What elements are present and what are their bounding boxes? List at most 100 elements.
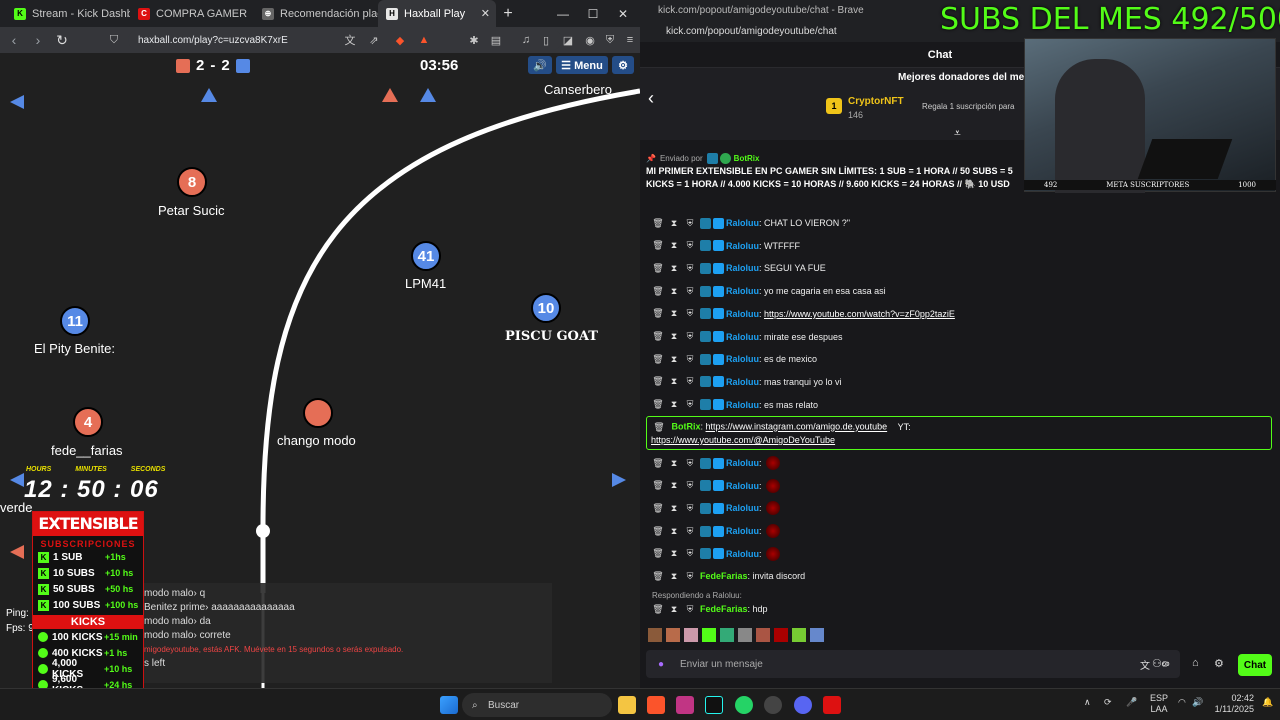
tab-haxball-play[interactable]: H Haxball Play ✕	[378, 0, 496, 27]
back-icon[interactable]: ‹	[648, 88, 654, 109]
delete-icon[interactable]: 🗑	[652, 480, 664, 492]
emote-icon[interactable]	[810, 628, 824, 642]
shield-icon[interactable]: ⛨	[684, 399, 696, 411]
message-user[interactable]: Raloluu	[726, 354, 759, 364]
clock[interactable]: 02:42 1/11/2025	[1214, 693, 1254, 715]
users-icon[interactable]: ⚇∞	[1152, 657, 1170, 670]
message-user[interactable]: Raloluu	[726, 458, 759, 468]
shield-icon[interactable]: ⛨	[684, 603, 696, 615]
donor-name[interactable]: CryptorNFT	[848, 96, 904, 107]
taskbar-search[interactable]: ⌕ Buscar	[462, 693, 612, 717]
forward-icon[interactable]: ›	[28, 30, 48, 50]
delete-icon[interactable]: 🗑	[652, 353, 664, 365]
media-icon[interactable]: ▤	[488, 32, 504, 48]
message-link[interactable]: https://www.instagram.com/amigo.de.youtu…	[706, 422, 888, 432]
delete-icon[interactable]: 🗑	[652, 285, 664, 297]
message-user[interactable]: Raloluu	[726, 400, 759, 410]
timeout-icon[interactable]: ⧗	[668, 353, 680, 365]
music-icon[interactable]: ♫	[518, 32, 534, 48]
shield-icon[interactable]: ⛨	[684, 502, 696, 514]
shield-icon[interactable]: ⛨	[684, 308, 696, 320]
send-chat-button[interactable]: Chat	[1238, 654, 1272, 676]
shield-icon[interactable]: ⛨	[684, 285, 696, 297]
notification-icon[interactable]: 🔔	[1262, 697, 1273, 708]
minimize-button[interactable]: —	[548, 0, 578, 27]
tab-kick-dashboard[interactable]: K Stream - Kick Dashboard	[6, 0, 130, 27]
new-tab-button[interactable]: +	[496, 5, 520, 23]
close-tab-icon[interactable]: ✕	[481, 7, 490, 20]
app-icon[interactable]	[764, 696, 782, 714]
emote-icon[interactable]	[666, 628, 680, 642]
windows-start-icon[interactable]	[440, 696, 458, 714]
timeout-icon[interactable]: ⧗	[668, 603, 680, 615]
timeout-icon[interactable]: ⧗	[668, 376, 680, 388]
emote-icon[interactable]	[738, 628, 752, 642]
timeout-icon[interactable]: ⧗	[668, 240, 680, 252]
delete-icon[interactable]: 🗑	[652, 308, 664, 320]
emote-icon[interactable]	[756, 628, 770, 642]
shield-icon[interactable]: ⛨	[684, 240, 696, 252]
delete-icon[interactable]: 🗑	[652, 262, 664, 274]
tab-compra-gamer[interactable]: C COMPRA GAMER	[130, 0, 254, 27]
sound-button[interactable]: 🔊	[528, 56, 552, 74]
shield-icon[interactable]: ⛨	[684, 353, 696, 365]
chevron-up-icon[interactable]: ∧	[1084, 697, 1091, 708]
share-icon[interactable]: ⇗	[366, 32, 382, 48]
emote-icon[interactable]	[702, 628, 716, 642]
delete-icon[interactable]: 🗑	[652, 603, 664, 615]
shield-icon[interactable]: ⛨	[684, 262, 696, 274]
message-user[interactable]: Raloluu	[726, 332, 759, 342]
timeout-icon[interactable]: ⧗	[668, 548, 680, 560]
sync-icon[interactable]: ⟳	[1104, 697, 1112, 708]
reload-icon[interactable]: ↻	[52, 30, 72, 50]
shield-icon[interactable]: ⛨	[684, 525, 696, 537]
delete-icon[interactable]: 🗑	[652, 399, 664, 411]
shield-icon[interactable]: ⛨	[684, 548, 696, 560]
shield-icon[interactable]: ⛨	[684, 457, 696, 469]
message-link[interactable]: https://www.youtube.com/@AmigoDeYouTube	[651, 435, 1265, 445]
message-user[interactable]: Raloluu	[726, 481, 759, 491]
settings-icon[interactable]: ⚙	[1214, 657, 1224, 670]
emote-bar[interactable]	[648, 628, 828, 644]
message-user[interactable]: Raloluu	[726, 526, 759, 536]
message-user[interactable]: FedeFarias	[700, 571, 748, 581]
message-user[interactable]: Raloluu	[726, 263, 759, 273]
wallet-icon[interactable]: ◪	[560, 32, 576, 48]
instagram-icon[interactable]	[676, 696, 694, 714]
emote-icon[interactable]	[792, 628, 806, 642]
shield-icon[interactable]: ⛨	[684, 376, 696, 388]
emote-icon[interactable]	[720, 628, 734, 642]
shield-icon[interactable]: ⛨	[684, 570, 696, 582]
whatsapp-icon[interactable]	[735, 696, 753, 714]
message-user[interactable]: BotRix	[672, 422, 701, 432]
volume-icon[interactable]: 🔊	[1192, 697, 1203, 708]
sidebar-icon[interactable]: ▯	[538, 32, 554, 48]
mic-icon[interactable]: 🎤	[1126, 697, 1137, 708]
bookmark-icon[interactable]: ⛉	[106, 32, 122, 48]
delete-icon[interactable]: 🗑	[652, 217, 664, 229]
rewards-icon[interactable]: ▲	[416, 32, 432, 48]
mic-icon[interactable]: ●	[658, 659, 664, 670]
message-user[interactable]: Raloluu	[726, 309, 759, 319]
delete-icon[interactable]: 🗑	[652, 240, 664, 252]
emote-icon[interactable]	[684, 628, 698, 642]
menu-button[interactable]: ☰ Menu	[556, 56, 608, 74]
delete-icon[interactable]: 🗑	[652, 376, 664, 388]
delete-icon[interactable]: 🗑	[652, 548, 664, 560]
message-user[interactable]: Raloluu	[726, 549, 759, 559]
app-icon[interactable]	[823, 696, 841, 714]
message-user[interactable]: Raloluu	[726, 286, 759, 296]
chat-input[interactable]: ● Enviar un mensaje 文 ☺	[646, 650, 1180, 678]
timeout-icon[interactable]: ⧗	[668, 217, 680, 229]
timeout-icon[interactable]: ⧗	[668, 457, 680, 469]
timeout-icon[interactable]: ⧗	[668, 525, 680, 537]
back-icon[interactable]: ‹	[4, 30, 24, 50]
pinned-user[interactable]: BotRix	[734, 154, 760, 163]
delete-icon[interactable]: 🗑	[652, 525, 664, 537]
settings-button[interactable]: ⚙	[612, 56, 634, 74]
language-indicator[interactable]: ESP LAA	[1150, 693, 1168, 715]
shield-icon[interactable]: ⛨	[602, 32, 618, 48]
delete-icon[interactable]: 🗑	[653, 421, 665, 433]
delete-icon[interactable]: 🗑	[652, 502, 664, 514]
timeout-icon[interactable]: ⧗	[668, 308, 680, 320]
